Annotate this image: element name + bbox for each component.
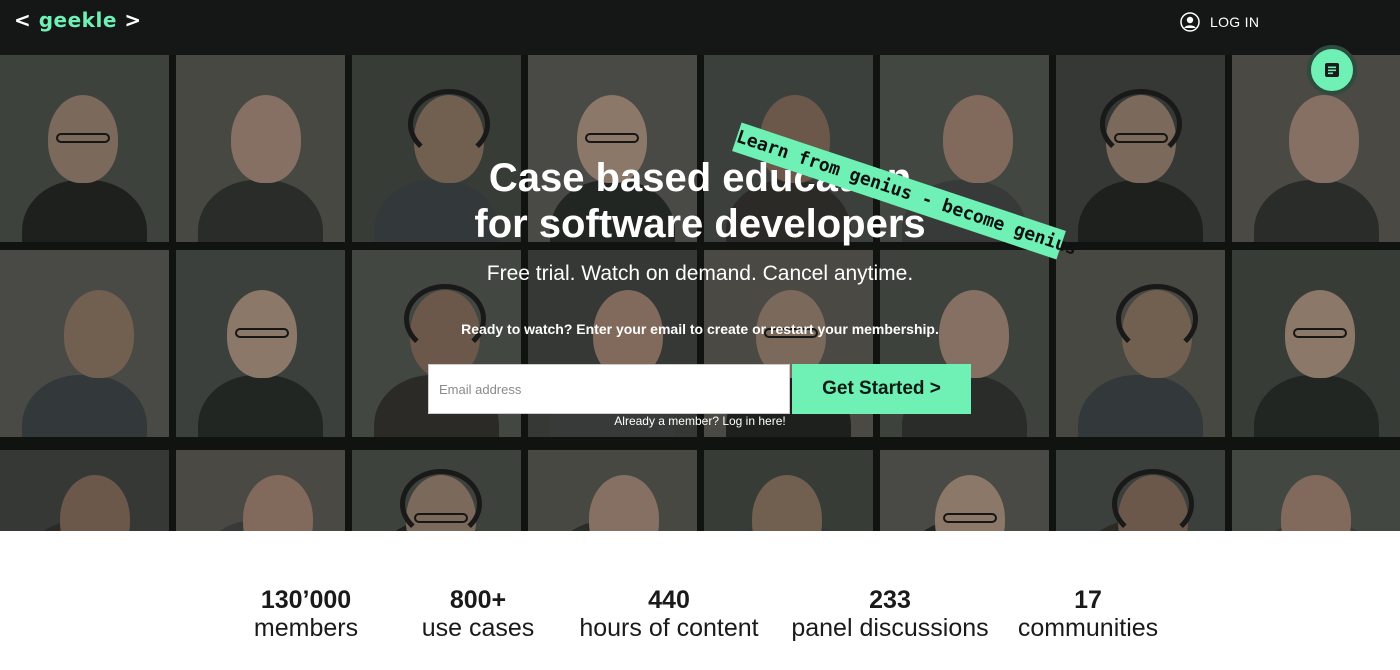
- stat-value: 233: [869, 586, 911, 614]
- logo-left-bracket: <: [14, 8, 32, 32]
- hero-dark-overlay: [0, 55, 1400, 531]
- stat-label: panel discussions: [791, 614, 989, 642]
- logo-word: geekle: [38, 8, 117, 32]
- member-login-link[interactable]: Already a member? Log in here!: [560, 414, 840, 428]
- email-input[interactable]: [428, 364, 790, 414]
- login-label: LOG IN: [1210, 14, 1260, 30]
- document-fab-button[interactable]: [1307, 45, 1357, 95]
- stats-section: 130’000 members 800+ use cases 440 hours…: [0, 531, 1400, 670]
- get-started-button[interactable]: Get Started >: [792, 364, 971, 414]
- page: < geekle > LOG IN Learn from genius - be…: [0, 0, 1400, 670]
- hero-section: Learn from genius - become genius Case b…: [0, 55, 1400, 531]
- stat-communities: 17 communities: [1008, 586, 1168, 642]
- stat-label: hours of content: [579, 614, 759, 642]
- stat-label: communities: [1017, 614, 1159, 642]
- stat-use-cases: 800+ use cases: [408, 586, 548, 642]
- logo-right-bracket: >: [124, 8, 142, 32]
- stat-label: members: [253, 614, 359, 642]
- hero-subline: Free trial. Watch on demand. Cancel anyt…: [486, 262, 914, 285]
- stat-members: 130’000 members: [236, 586, 376, 642]
- stat-label: use cases: [421, 614, 535, 642]
- stat-value: 17: [1074, 586, 1102, 614]
- signup-prompt: Ready to watch? Enter your email to crea…: [461, 321, 939, 337]
- top-bar: < geekle > LOG IN: [0, 0, 1400, 55]
- stat-panels: 233 panel discussions: [785, 586, 995, 642]
- stat-hours: 440 hours of content: [569, 586, 769, 642]
- login-button[interactable]: LOG IN: [1180, 12, 1259, 32]
- stat-value: 800+: [449, 586, 507, 614]
- stat-value: 440: [648, 586, 690, 614]
- document-icon: [1325, 63, 1339, 77]
- logo[interactable]: < geekle >: [14, 8, 142, 32]
- stat-value: 130’000: [260, 586, 352, 614]
- user-circle-icon: [1180, 12, 1200, 32]
